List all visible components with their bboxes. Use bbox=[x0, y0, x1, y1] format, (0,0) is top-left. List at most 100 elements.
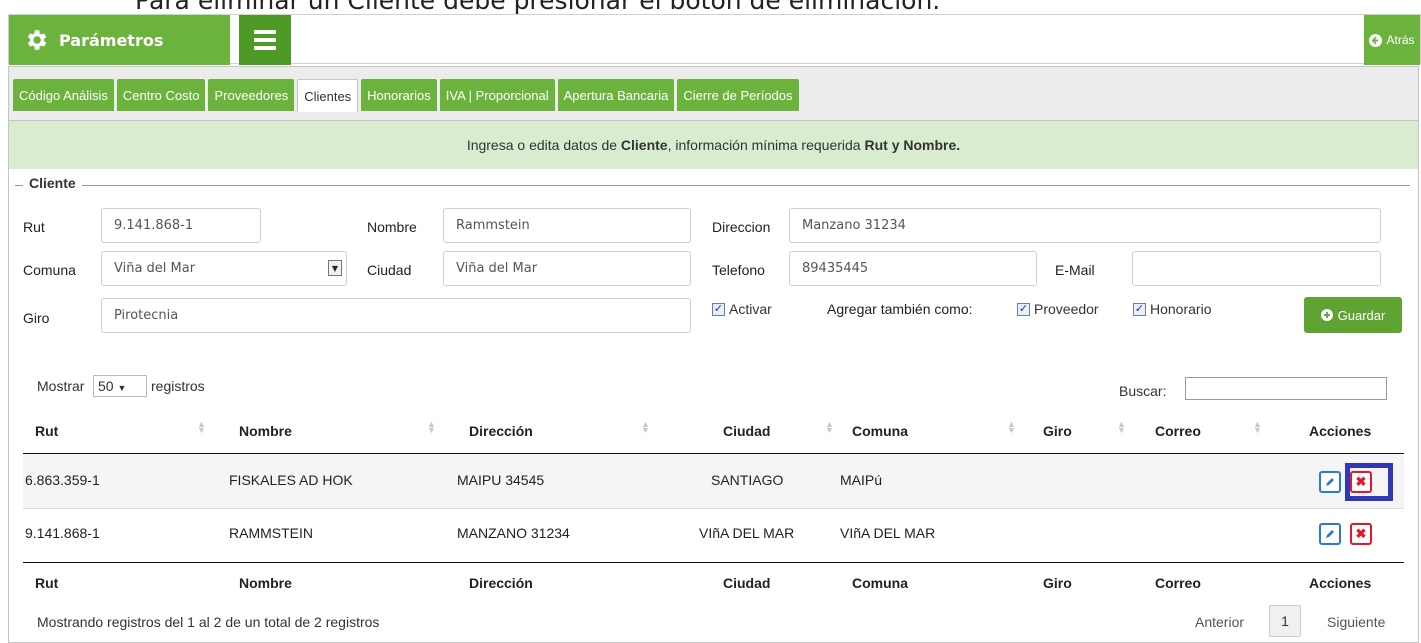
col-ciudad[interactable]: Ciudad bbox=[723, 423, 770, 439]
info-banner: Ingresa o edita datos de Cliente, inform… bbox=[9, 121, 1418, 169]
app-title: Parámetros bbox=[59, 30, 164, 50]
caret-down-icon: ▼ bbox=[117, 383, 127, 393]
guardar-button[interactable]: Guardar bbox=[1304, 297, 1402, 333]
col-comuna[interactable]: Comuna bbox=[852, 423, 908, 439]
giro-field[interactable]: Pirotecnia bbox=[101, 298, 691, 333]
sort-icon: ▲ ▼ bbox=[197, 419, 206, 435]
main-panel: Código Análisis Centro Costo Proveedores… bbox=[8, 66, 1419, 643]
next-page-button[interactable]: Siguiente bbox=[1327, 614, 1385, 630]
rut-label: Rut bbox=[23, 219, 45, 235]
col-rut[interactable]: Rut bbox=[35, 423, 58, 439]
edit-button[interactable] bbox=[1319, 523, 1341, 545]
giro-label: Giro bbox=[23, 310, 50, 326]
hamburger-icon bbox=[254, 30, 276, 34]
nombre-label: Nombre bbox=[367, 219, 417, 235]
sort-icon: ▲ ▼ bbox=[1253, 419, 1262, 435]
direccion-label: Direccion bbox=[712, 219, 771, 235]
delete-highlight-box bbox=[1345, 463, 1393, 501]
col-giro[interactable]: Giro bbox=[1043, 423, 1072, 439]
col-acciones: Acciones bbox=[1309, 423, 1372, 439]
tab-clientes[interactable]: Clientes bbox=[297, 79, 359, 112]
pagination-info: Mostrando registros del 1 al 2 de un tot… bbox=[37, 614, 380, 630]
col-nombre[interactable]: Nombre bbox=[239, 423, 292, 439]
foot-col-acciones: Acciones bbox=[1309, 575, 1372, 591]
delete-button[interactable]: ✖ bbox=[1350, 523, 1372, 545]
tab-iva-proporcional[interactable]: IVA | Proporcional bbox=[439, 79, 555, 111]
cell-comuna: VIñA DEL MAR bbox=[840, 525, 936, 541]
back-label: Atrás bbox=[1386, 33, 1415, 47]
cell-ciudad: SANTIAGO bbox=[711, 472, 784, 488]
proveedor-checkbox[interactable]: ✓ Proveedor bbox=[1017, 301, 1099, 317]
previous-page-button[interactable]: Anterior bbox=[1195, 614, 1244, 630]
gear-icon bbox=[27, 30, 47, 50]
footer-divider bbox=[23, 562, 1404, 563]
checkbox-checked-icon: ✓ bbox=[1133, 302, 1146, 316]
sort-icon: ▲ ▼ bbox=[427, 419, 436, 435]
foot-col-direccion: Dirección bbox=[469, 575, 533, 591]
foot-col-comuna: Comuna bbox=[852, 575, 908, 591]
comuna-select[interactable]: Viña del Mar ▼ bbox=[101, 251, 347, 286]
cell-nombre: RAMMSTEIN bbox=[229, 525, 313, 541]
arrow-left-circle-icon bbox=[1369, 33, 1383, 47]
plus-circle-icon bbox=[1320, 309, 1333, 321]
row-divider bbox=[23, 508, 1404, 509]
cell-direccion: MAIPU 34545 bbox=[457, 472, 545, 488]
checkbox-checked-icon: ✓ bbox=[1017, 302, 1030, 316]
instruction-caption: Para eliminar un Cliente debe presionar … bbox=[135, 0, 941, 15]
sort-icon: ▲ ▼ bbox=[825, 419, 834, 435]
back-button[interactable]: Atrás bbox=[1364, 15, 1420, 65]
pencil-icon bbox=[1326, 478, 1334, 486]
tab-honorarios[interactable]: Honorarios bbox=[361, 79, 437, 111]
page-size-select[interactable]: 50 ▼ bbox=[93, 375, 147, 397]
ciudad-field[interactable]: Viña del Mar bbox=[443, 251, 691, 286]
rut-field[interactable]: 9.141.868-1 bbox=[101, 208, 261, 243]
sort-icon: ▲ ▼ bbox=[1007, 419, 1016, 435]
tab-bar: Código Análisis Centro Costo Proveedores… bbox=[9, 67, 1418, 121]
col-direccion[interactable]: Dirección bbox=[469, 423, 533, 439]
foot-col-nombre: Nombre bbox=[239, 575, 292, 591]
cell-rut: 6.863.359-1 bbox=[25, 472, 100, 488]
app-brand: Parámetros bbox=[9, 15, 230, 65]
chevron-down-icon: ▼ bbox=[328, 260, 342, 276]
comuna-label: Comuna bbox=[23, 262, 76, 278]
tab-codigo-analisis[interactable]: Código Análisis bbox=[13, 79, 114, 111]
tab-apertura-bancaria[interactable]: Apertura Bancaria bbox=[557, 79, 675, 111]
cell-direccion: MANZANO 31234 bbox=[457, 525, 570, 541]
nombre-field[interactable]: Rammstein bbox=[443, 208, 691, 243]
email-label: E-Mail bbox=[1055, 262, 1095, 278]
telefono-field[interactable]: 89435445 bbox=[789, 251, 1037, 286]
tab-centro-costo[interactable]: Centro Costo bbox=[116, 79, 206, 111]
sort-icon: ▲ ▼ bbox=[1117, 419, 1126, 435]
agregar-label: Agregar también como: bbox=[827, 301, 973, 317]
tab-cierre-periodos[interactable]: Cierre de Períodos bbox=[677, 79, 799, 111]
cell-nombre: FISKALES AD HOK bbox=[229, 472, 353, 488]
foot-col-correo: Correo bbox=[1155, 575, 1201, 591]
cell-rut: 9.141.868-1 bbox=[25, 525, 100, 541]
menu-toggle-button[interactable] bbox=[239, 15, 291, 65]
col-correo[interactable]: Correo bbox=[1155, 423, 1201, 439]
cell-comuna: MAIPú bbox=[840, 472, 883, 488]
ciudad-label: Ciudad bbox=[367, 262, 412, 278]
page-1-button[interactable]: 1 bbox=[1269, 605, 1301, 637]
close-icon: ✖ bbox=[1355, 526, 1367, 541]
top-bar: Parámetros Atrás bbox=[8, 14, 1421, 65]
foot-col-rut: Rut bbox=[35, 575, 59, 591]
pencil-icon bbox=[1326, 530, 1334, 538]
activar-checkbox[interactable]: ✓ Activar bbox=[712, 301, 772, 317]
telefono-label: Telefono bbox=[712, 262, 765, 278]
show-label: Mostrar bbox=[37, 378, 85, 394]
foot-col-giro: Giro bbox=[1043, 575, 1072, 591]
direccion-field[interactable]: Manzano 31234 bbox=[789, 208, 1381, 243]
tab-proveedores[interactable]: Proveedores bbox=[208, 79, 295, 111]
records-label: registros bbox=[151, 378, 205, 394]
fieldset-legend: Cliente bbox=[23, 175, 82, 191]
checkbox-checked-icon: ✓ bbox=[712, 302, 725, 316]
email-field[interactable] bbox=[1132, 251, 1381, 286]
edit-button[interactable] bbox=[1319, 471, 1341, 493]
honorario-checkbox[interactable]: ✓ Honorario bbox=[1133, 301, 1211, 317]
search-input[interactable] bbox=[1185, 377, 1387, 400]
foot-col-ciudad: Ciudad bbox=[723, 575, 771, 591]
sort-icon: ▲ ▼ bbox=[641, 419, 650, 435]
fieldset-border bbox=[15, 185, 1410, 186]
search-label: Buscar: bbox=[1119, 383, 1167, 399]
